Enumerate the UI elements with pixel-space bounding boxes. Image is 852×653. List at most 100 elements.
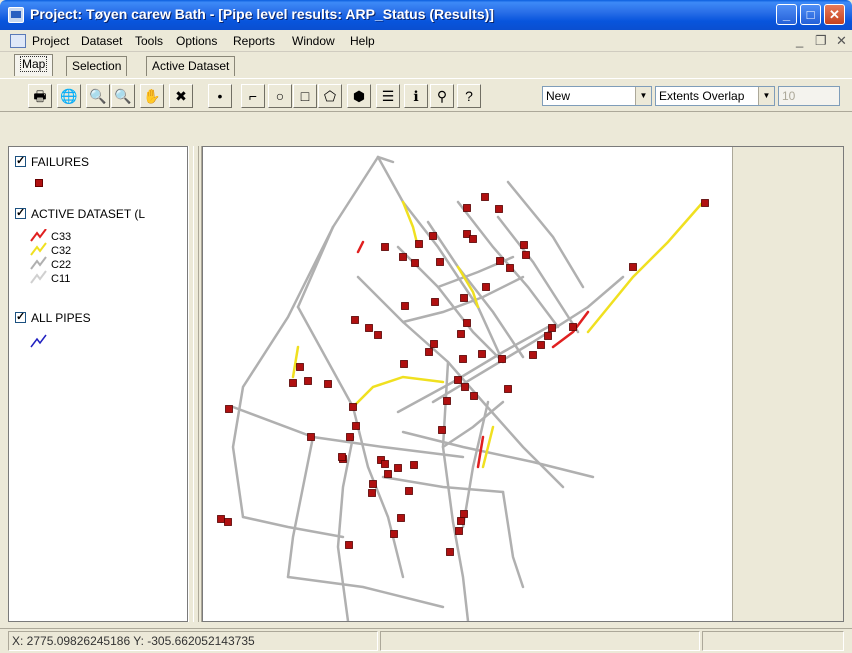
failure-marker[interactable] [384, 470, 392, 478]
failure-marker[interactable] [225, 405, 233, 413]
failure-marker[interactable] [399, 253, 407, 261]
failure-marker[interactable] [304, 377, 312, 385]
maximize-button[interactable]: □ [800, 4, 821, 25]
zoom-in-icon[interactable]: 🔍 [86, 84, 110, 108]
failure-marker[interactable] [520, 241, 528, 249]
menu-help[interactable]: Help [350, 34, 375, 48]
failure-marker[interactable] [296, 363, 304, 371]
failure-marker[interactable] [481, 193, 489, 201]
pipe-segment[interactable] [231, 405, 465, 459]
failure-marker[interactable] [459, 355, 467, 363]
pipe-segment[interactable] [231, 225, 335, 519]
legend-group-all-pipes[interactable]: ALL PIPES [15, 310, 91, 327]
pipe-segment[interactable] [336, 435, 355, 623]
failure-marker[interactable] [374, 331, 382, 339]
pipe-segment[interactable] [296, 225, 335, 309]
chevron-down-icon[interactable]: ▼ [635, 87, 651, 105]
failure-marker[interactable] [429, 232, 437, 240]
failure-marker[interactable] [701, 199, 709, 207]
failure-marker[interactable] [425, 348, 433, 356]
menu-window[interactable]: Window [292, 34, 335, 48]
failure-marker[interactable] [522, 251, 530, 259]
failure-marker[interactable] [463, 204, 471, 212]
failure-marker[interactable] [569, 323, 577, 331]
print-icon[interactable]: 🖶 [28, 84, 52, 108]
failure-marker[interactable] [400, 360, 408, 368]
failure-marker[interactable] [498, 355, 506, 363]
legend-group-active-dataset[interactable]: ACTIVE DATASET (L [15, 206, 145, 223]
close-button[interactable]: ✕ [824, 4, 845, 25]
failure-marker[interactable] [415, 240, 423, 248]
mdi-close-button[interactable]: ✕ [836, 33, 847, 49]
failure-marker[interactable] [349, 403, 357, 411]
tab-active-dataset[interactable]: Active Dataset [146, 56, 236, 76]
pipe-segment[interactable] [331, 155, 380, 229]
circle-icon[interactable]: ○ [268, 84, 292, 108]
menu-tools[interactable]: Tools [135, 34, 163, 48]
polygon-icon[interactable]: ⬠ [318, 84, 342, 108]
failure-marker[interactable] [544, 332, 552, 340]
failure-marker[interactable] [438, 426, 446, 434]
failure-marker[interactable] [381, 243, 389, 251]
failure-marker[interactable] [529, 351, 537, 359]
menu-project[interactable]: Project [32, 34, 69, 48]
failure-marker[interactable] [401, 302, 409, 310]
pipe-segment[interactable] [381, 475, 505, 494]
rectangle-icon[interactable]: □ [293, 84, 317, 108]
pipe-segment[interactable] [296, 305, 355, 409]
failure-marker[interactable] [346, 433, 354, 441]
menu-dataset[interactable]: Dataset [81, 34, 122, 48]
count-field[interactable]: 10 [778, 86, 840, 106]
pipe-segment-c32[interactable] [351, 375, 445, 409]
failure-marker[interactable] [496, 257, 504, 265]
pipe-segment[interactable] [441, 400, 505, 449]
legend-group-failures[interactable]: FAILURES [15, 154, 89, 171]
pipe-network-map[interactable] [203, 147, 733, 623]
map-canvas[interactable] [203, 147, 733, 623]
checkbox-icon[interactable] [15, 154, 26, 167]
failure-marker[interactable] [368, 489, 376, 497]
failure-marker[interactable] [455, 527, 463, 535]
failure-marker[interactable] [338, 453, 346, 461]
failure-marker[interactable] [351, 316, 359, 324]
zoom-out-icon[interactable]: 🔍 [111, 84, 135, 108]
tab-selection[interactable]: Selection [66, 56, 128, 76]
failure-marker[interactable] [446, 548, 454, 556]
failure-marker[interactable] [217, 515, 225, 523]
failure-marker[interactable] [394, 464, 402, 472]
pan-hand-icon[interactable]: ✋ [140, 84, 164, 108]
pipe-segment[interactable] [501, 490, 525, 589]
layers-icon[interactable]: ☰ [376, 84, 400, 108]
document-icon[interactable] [10, 34, 26, 48]
pipe-segment-c32[interactable] [586, 200, 705, 334]
failure-marker[interactable] [369, 480, 377, 488]
help-icon[interactable]: ? [457, 84, 481, 108]
failure-marker[interactable] [454, 376, 462, 384]
failure-marker[interactable] [457, 330, 465, 338]
failure-marker[interactable] [495, 205, 503, 213]
failure-marker[interactable] [381, 460, 389, 468]
tab-map[interactable]: Map [14, 54, 54, 76]
failure-marker[interactable] [460, 294, 468, 302]
failure-marker[interactable] [436, 258, 444, 266]
failure-marker[interactable] [410, 461, 418, 469]
failure-marker[interactable] [506, 264, 514, 272]
failure-marker[interactable] [345, 541, 353, 549]
pipe-segment-c33[interactable] [356, 240, 365, 254]
polyline-icon[interactable]: ⌐ [241, 84, 265, 108]
failure-marker[interactable] [478, 350, 486, 358]
pipe-segment[interactable] [351, 405, 405, 579]
failure-marker[interactable] [224, 518, 232, 526]
pipe-segment[interactable] [506, 180, 585, 289]
pipe-segment-c32[interactable] [481, 425, 495, 469]
failure-marker[interactable] [365, 324, 373, 332]
info-icon[interactable]: ℹ [404, 84, 428, 108]
find-icon[interactable]: ⚲ [430, 84, 454, 108]
failure-marker[interactable] [469, 235, 477, 243]
failure-marker[interactable] [460, 510, 468, 518]
failure-marker[interactable] [463, 319, 471, 327]
failure-marker[interactable] [352, 422, 360, 430]
clear-selection-icon[interactable]: ✖ [169, 84, 193, 108]
failure-marker[interactable] [470, 392, 478, 400]
panel-splitter[interactable] [188, 146, 202, 622]
